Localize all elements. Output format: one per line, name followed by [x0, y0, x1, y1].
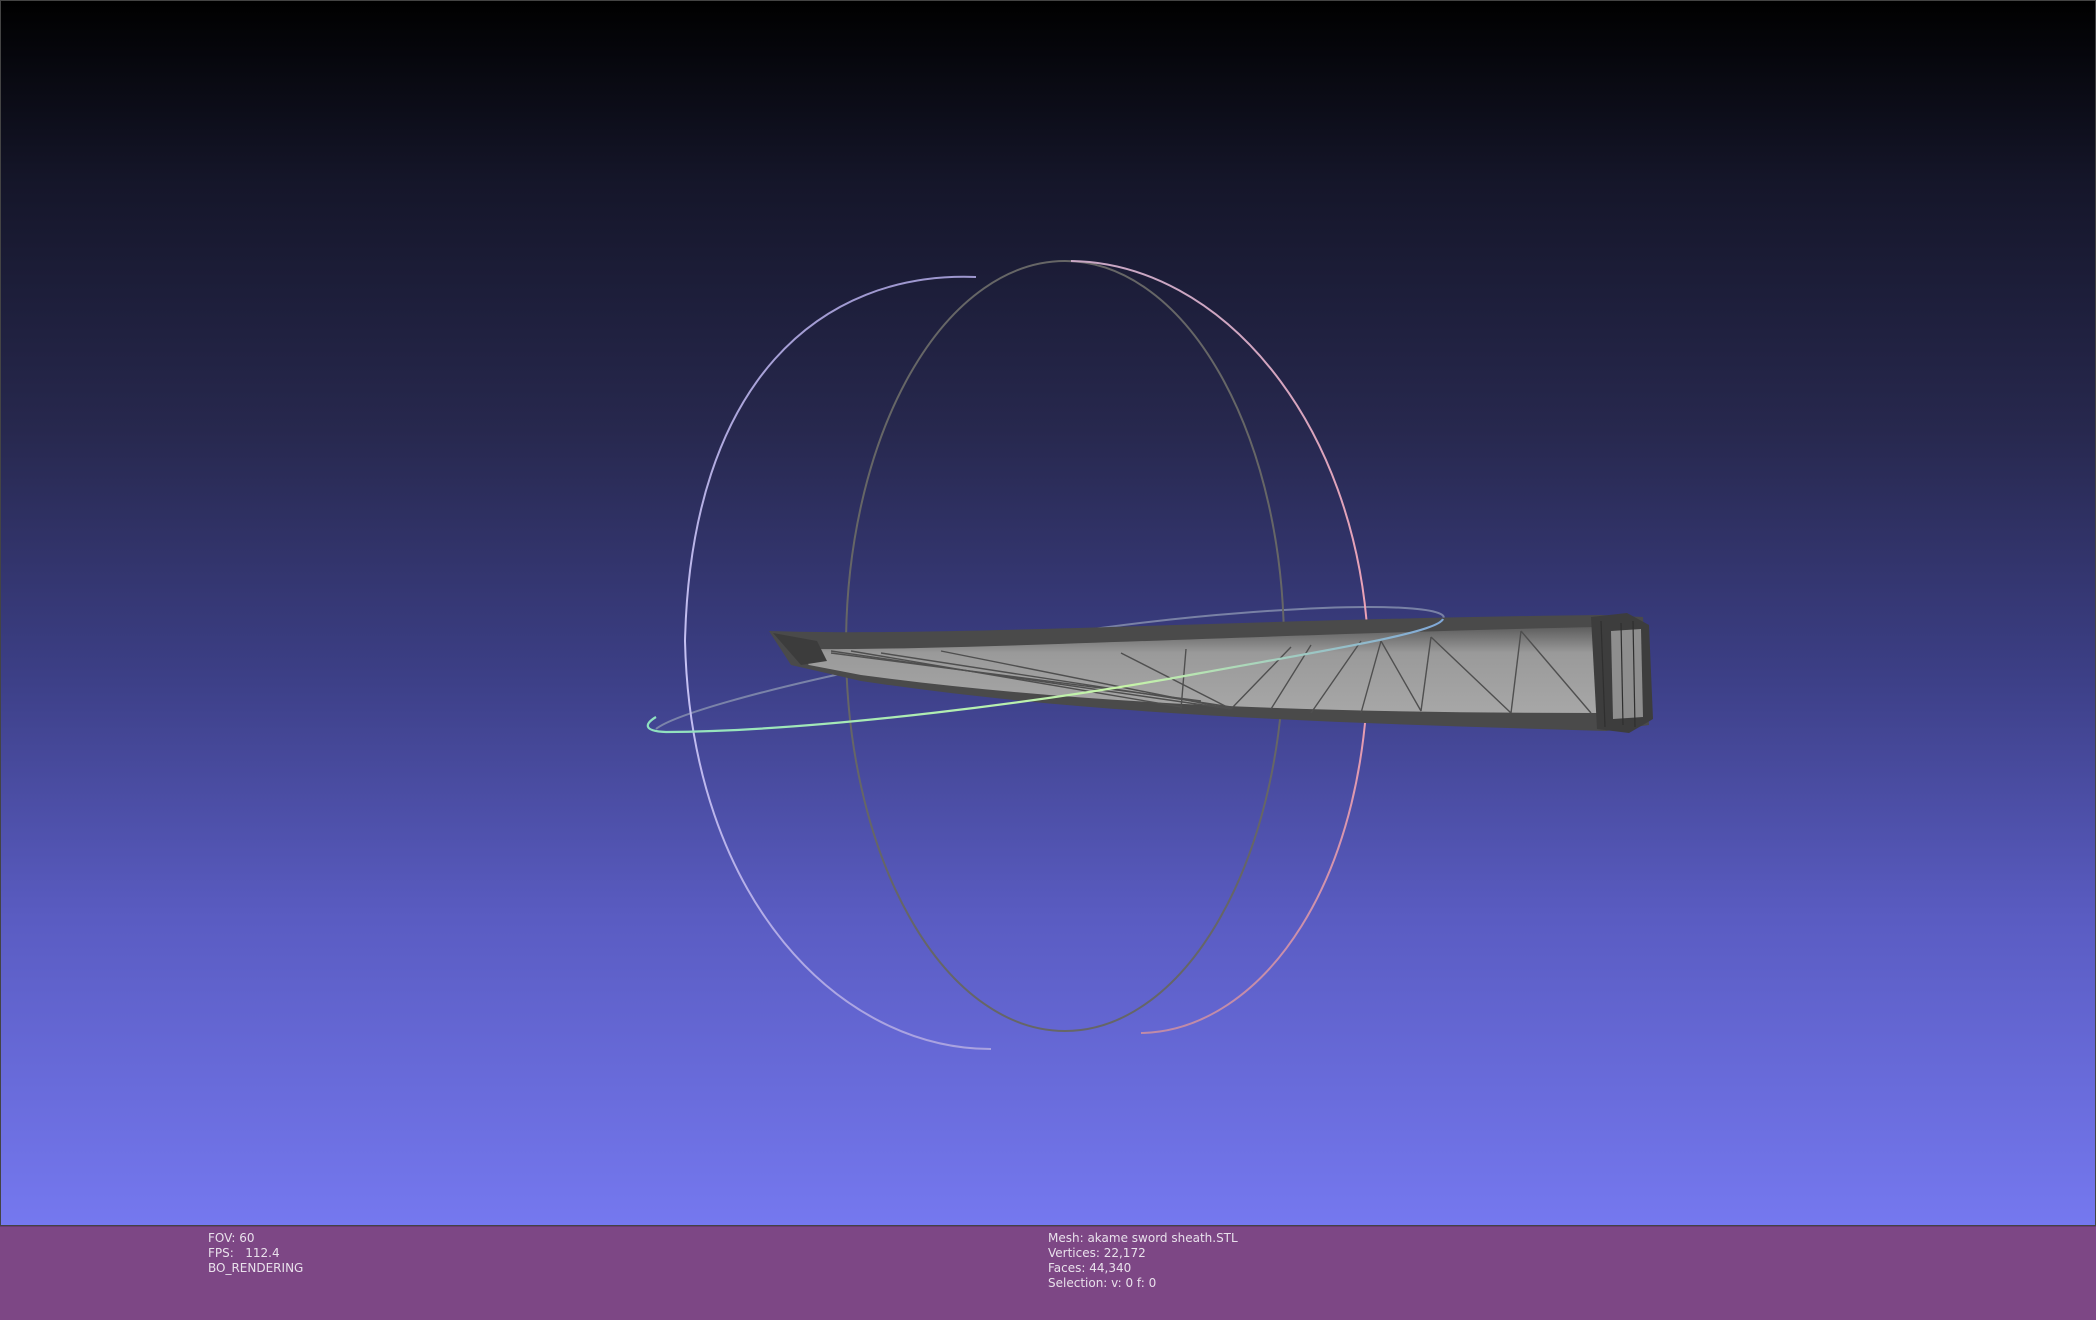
status-bar: FOV: 60 FPS: 112.4 BO_RENDERING Mesh: ak…	[0, 1226, 2096, 1320]
vertices-label: Vertices: 22,172	[1048, 1246, 1146, 1260]
scene-canvas[interactable]	[1, 1, 2096, 1227]
3d-viewport[interactable]	[0, 0, 2096, 1226]
fps-label: FPS: 112.4	[208, 1246, 280, 1260]
render-mode-label: BO_RENDERING	[208, 1261, 304, 1275]
sword-sheath-mesh[interactable]	[769, 613, 1653, 733]
mesh-name-label: Mesh: akame sword sheath.STL	[1048, 1231, 1238, 1245]
render-info: FOV: 60 FPS: 112.4 BO_RENDERING	[208, 1231, 303, 1276]
faces-label: Faces: 44,340	[1048, 1261, 1132, 1275]
selection-label: Selection: v: 0 f: 0	[1048, 1276, 1157, 1290]
fov-label: FOV: 60	[208, 1231, 255, 1245]
mesh-info: Mesh: akame sword sheath.STL Vertices: 2…	[1048, 1231, 1238, 1291]
